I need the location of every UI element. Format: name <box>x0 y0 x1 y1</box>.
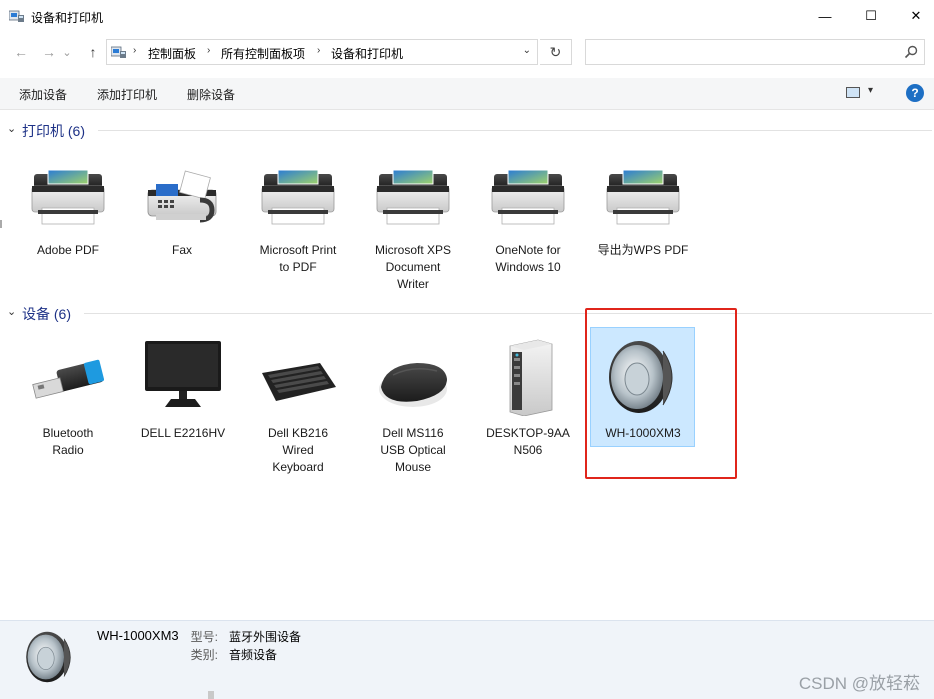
collapse-chevron-icon[interactable]: ⌄ <box>7 122 16 135</box>
breadcrumb-all-control-panel-items[interactable]: 所有控制面板项 <box>221 45 305 62</box>
close-button[interactable]: ✕ <box>893 0 934 32</box>
breadcrumb-control-panel[interactable]: 控制面板 <box>148 45 196 62</box>
model-label: 型号: <box>190 630 218 644</box>
forward-arrow-icon[interactable]: → <box>38 43 60 61</box>
mouse-icon <box>373 343 453 423</box>
collapse-chevron-icon[interactable]: ⌄ <box>7 305 16 318</box>
devices-group-title: 设备 (6) <box>22 306 71 322</box>
selected-device-name: WH-1000XM3 <box>97 628 179 643</box>
printer-icon <box>373 160 453 240</box>
item-label: 导出为WPS PDF <box>597 243 689 257</box>
breadcrumb-separator-icon[interactable]: › <box>207 45 210 56</box>
breadcrumb-separator-icon[interactable]: › <box>317 45 320 56</box>
model-value: 蓝牙外围设备 <box>229 630 302 644</box>
watermark: CSDN @放轻菘 <box>798 674 920 693</box>
devices-group-header[interactable]: ⌄ 设备 (6) <box>0 303 934 323</box>
item-label: Microsoft XPS Document Writer <box>374 243 452 291</box>
item-label: Bluetooth Radio <box>42 426 94 457</box>
category-label: 类别: <box>190 648 218 662</box>
add-device-button[interactable]: 添加设备 <box>19 86 67 103</box>
speaker-icon <box>22 629 78 685</box>
change-view-icon[interactable] <box>846 87 860 98</box>
item-label: OneNote for Windows 10 <box>495 243 561 274</box>
scroll-edge-mark <box>0 220 2 228</box>
control-panel-icon <box>111 45 127 59</box>
item-label: WH-1000XM3 <box>605 426 681 440</box>
item-label: Dell KB216 Wired Keyboard <box>267 426 329 474</box>
view-options-chevron-icon[interactable]: ▾ <box>868 85 873 96</box>
resize-grip[interactable] <box>208 691 214 699</box>
fax-icon <box>142 160 222 240</box>
command-bar: 添加设备 添加打印机 删除设备 ▾ ? <box>0 78 934 110</box>
computer-tower-icon <box>488 336 568 416</box>
group-divider <box>84 313 932 314</box>
printer-icon <box>28 160 108 240</box>
minimize-button[interactable]: — <box>802 0 848 32</box>
search-icon[interactable] <box>904 45 918 59</box>
item-label: DESKTOP-9AA N506 <box>486 426 570 457</box>
up-arrow-icon[interactable]: ↑ <box>82 43 104 61</box>
printers-group-title: 打印机 (6) <box>22 123 85 139</box>
recent-locations-chevron-icon[interactable]: ⌄ <box>60 43 74 61</box>
printer-icon <box>488 160 568 240</box>
printers-group-header[interactable]: ⌄ 打印机 (6) <box>0 120 934 140</box>
back-arrow-icon[interactable]: ← <box>10 43 32 61</box>
item-label: Microsoft Print to PDF <box>259 243 337 274</box>
maximize-button[interactable]: ☐ <box>848 0 894 32</box>
title-bar: 设备和打印机 — ☐ ✕ <box>0 0 934 32</box>
usb-bluetooth-dongle-icon <box>28 343 108 423</box>
item-label: DELL E2216HV <box>140 426 226 440</box>
address-bar[interactable]: › 控制面板 › 所有控制面板项 › 设备和打印机 ⌄ <box>106 39 538 65</box>
details-pane: WH-1000XM3 型号: 蓝牙外围设备 类别: 音频设备 CSDN @放轻菘 <box>0 620 934 699</box>
keyboard-icon <box>258 343 338 423</box>
add-printer-button[interactable]: 添加打印机 <box>97 86 157 103</box>
search-input[interactable] <box>585 39 925 65</box>
printer-icon <box>603 160 683 240</box>
refresh-button[interactable]: ↻ <box>540 39 572 65</box>
address-row: ← → ⌄ ↑ › 控制面板 › 所有控制面板项 › 设备和打印机 ⌄ ↻ <box>0 32 934 72</box>
remove-device-button[interactable]: 删除设备 <box>187 86 235 103</box>
item-label: Adobe PDF <box>36 243 100 257</box>
group-divider <box>98 130 932 131</box>
speaker-icon <box>603 337 683 417</box>
help-icon[interactable]: ? <box>906 84 924 102</box>
window-title: 设备和打印机 <box>31 11 104 25</box>
breadcrumb-separator-icon[interactable]: › <box>133 45 136 56</box>
item-label: Fax <box>171 243 192 257</box>
item-label: Dell MS116 USB Optical Mouse <box>380 426 446 474</box>
breadcrumb-devices-and-printers[interactable]: 设备和打印机 <box>331 45 403 62</box>
category-value: 音频设备 <box>229 648 278 662</box>
devices-and-printers-icon <box>9 9 25 23</box>
printer-icon <box>258 160 338 240</box>
monitor-icon <box>143 337 223 417</box>
address-dropdown-chevron-icon[interactable]: ⌄ <box>523 45 531 56</box>
